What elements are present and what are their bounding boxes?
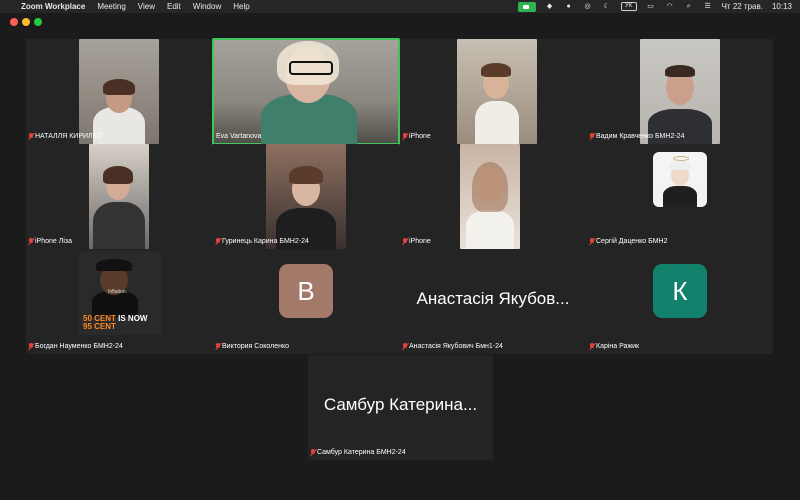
participant-name: НАТАЛЛЯ КИРИЛКО bbox=[35, 133, 103, 140]
participant-name-tag: iPhone bbox=[403, 132, 431, 141]
participant-name-tag: Вадим Кравченко БМН2-24 bbox=[590, 132, 684, 141]
control-center-icon[interactable]: ☰ bbox=[703, 2, 713, 11]
participant-name: Виктория Соколенко bbox=[222, 343, 289, 350]
participant-name: Eva Vartanova bbox=[216, 133, 262, 140]
menu-app-name[interactable]: Zoom Workplace bbox=[21, 0, 85, 13]
mic-off-icon bbox=[216, 343, 220, 350]
participant-name-tag: Богдан Науменко БМН2-24 bbox=[29, 342, 123, 351]
notification-icon[interactable]: ● bbox=[564, 2, 574, 11]
menu-meeting[interactable]: Meeting bbox=[97, 0, 125, 13]
picture-banner: 50 CENT IS NOW 95 CENT bbox=[83, 315, 147, 331]
participant-video bbox=[640, 39, 720, 144]
mic-off-icon bbox=[403, 343, 407, 350]
participant-name: iPhone bbox=[409, 238, 431, 245]
menu-bar: Zoom Workplace Meeting View Edit Window … bbox=[0, 0, 800, 13]
mic-off-icon bbox=[311, 449, 315, 456]
participant-video bbox=[460, 144, 520, 249]
wechat-icon[interactable]: ◎ bbox=[583, 2, 593, 11]
minimize-window-button[interactable] bbox=[22, 18, 30, 26]
zoom-video-icon[interactable] bbox=[517, 1, 536, 12]
participant-picture: Inflation. 50 CENT IS NOW 95 CENT bbox=[78, 251, 162, 335]
participant-tile[interactable]: В Виктория Соколенко bbox=[213, 249, 399, 354]
mic-off-icon bbox=[403, 133, 407, 140]
battery-icon[interactable]: ▭ bbox=[646, 2, 656, 11]
mic-off-icon bbox=[29, 133, 33, 140]
menu-time[interactable]: 10:13 bbox=[772, 0, 792, 13]
mic-off-icon bbox=[590, 238, 594, 245]
menu-window[interactable]: Window bbox=[193, 0, 221, 13]
participant-name: Самбур Катерина БМН2-24 bbox=[317, 449, 406, 456]
moon-icon[interactable]: ☾ bbox=[602, 2, 612, 11]
menu-view[interactable]: View bbox=[138, 0, 155, 13]
participant-name-tag: Eva Vartanova bbox=[216, 132, 261, 141]
window-titlebar bbox=[0, 13, 800, 33]
mic-off-icon bbox=[29, 343, 33, 350]
participant-tile[interactable]: iPhone Ліза bbox=[26, 144, 212, 249]
fullscreen-window-button[interactable] bbox=[34, 18, 42, 26]
participant-video bbox=[79, 39, 159, 144]
banner-line2: 95 CENT bbox=[83, 322, 116, 331]
mic-off-icon bbox=[590, 343, 594, 350]
participant-tile[interactable]: iPhone bbox=[400, 144, 586, 249]
participant-tile[interactable]: НАТАЛЛЯ КИРИЛКО bbox=[26, 39, 212, 144]
participant-name-tag: Гуринець Карина БМН2-24 bbox=[216, 237, 309, 246]
participant-name-tag: НАТАЛЛЯ КИРИЛКО bbox=[29, 132, 102, 141]
participant-tile[interactable]: Гуринець Карина БМН2-24 bbox=[213, 144, 399, 249]
participant-name-tag: Сергій Даценко БМН2 bbox=[590, 237, 667, 246]
participant-name: Каріна Ражик bbox=[596, 343, 640, 350]
dropbox-icon[interactable]: ◆ bbox=[545, 2, 555, 11]
participant-name-tag: Анастасія Якубович Бмн1-24 bbox=[403, 342, 503, 351]
participant-video bbox=[457, 39, 537, 144]
participant-video bbox=[266, 144, 346, 249]
participant-tile[interactable]: Самбур Катерина... Самбур Катерина БМН2-… bbox=[308, 355, 493, 460]
participant-name: Вадим Кравченко БМН2-24 bbox=[596, 133, 685, 140]
participant-name-tag: Виктория Соколенко bbox=[216, 342, 289, 351]
picture-caption: Inflation. bbox=[108, 289, 127, 295]
participant-name: Сергій Даценко БМН2 bbox=[596, 238, 668, 245]
menu-date[interactable]: Чт 22 трав. bbox=[722, 0, 763, 13]
mic-off-icon bbox=[403, 238, 407, 245]
gallery-view: НАТАЛЛЯ КИРИЛКО Eva Vartanova iPhone Вад… bbox=[26, 38, 773, 354]
participant-tile[interactable]: Eva Vartanova bbox=[212, 38, 400, 145]
participant-video bbox=[212, 38, 400, 145]
banner-line1-b: IS NOW bbox=[115, 314, 148, 323]
participant-name: Богдан Науменко БМН2-24 bbox=[35, 343, 123, 350]
participant-tile[interactable]: Inflation. 50 CENT IS NOW 95 CENT Богдан… bbox=[26, 249, 212, 354]
participant-display-name: Самбур Катерина... bbox=[323, 395, 478, 414]
participant-name-tag: Каріна Ражик bbox=[590, 342, 639, 351]
participant-name: Анастасія Якубович Бмн1-24 bbox=[409, 343, 503, 350]
participant-name: iPhone Ліза bbox=[35, 238, 72, 245]
participant-tile[interactable]: К Каріна Ражик bbox=[587, 249, 773, 354]
participant-tile[interactable]: Сергій Даценко БМН2 bbox=[587, 144, 773, 249]
participant-avatar: К bbox=[653, 264, 707, 318]
participant-name: Гуринець Карина БМН2-24 bbox=[222, 238, 309, 245]
participant-tile[interactable]: Вадим Кравченко БМН2-24 bbox=[587, 39, 773, 144]
search-icon[interactable]: ⌕ bbox=[684, 2, 694, 11]
close-window-button[interactable] bbox=[10, 18, 18, 26]
participant-video bbox=[89, 144, 149, 249]
yk-icon[interactable]: УК bbox=[620, 2, 637, 11]
participant-name-tag: iPhone bbox=[403, 237, 431, 246]
participant-display-name: Анастасія Якубов... bbox=[416, 289, 570, 308]
mic-off-icon bbox=[590, 133, 594, 140]
wifi-icon[interactable]: ◠ bbox=[665, 2, 675, 11]
participant-tile[interactable]: iPhone bbox=[400, 39, 586, 144]
participant-name: iPhone bbox=[409, 133, 431, 140]
participant-picture bbox=[653, 152, 707, 207]
menu-edit[interactable]: Edit bbox=[167, 0, 181, 13]
menu-help[interactable]: Help bbox=[233, 0, 249, 13]
participant-avatar: В bbox=[279, 264, 333, 318]
mic-off-icon bbox=[29, 238, 33, 245]
participant-tile[interactable]: Анастасія Якубов... Анастасія Якубович Б… bbox=[400, 249, 586, 354]
mic-off-icon bbox=[216, 238, 220, 245]
participant-name-tag: iPhone Ліза bbox=[29, 237, 72, 246]
participant-name-tag: Самбур Катерина БМН2-24 bbox=[311, 448, 406, 457]
